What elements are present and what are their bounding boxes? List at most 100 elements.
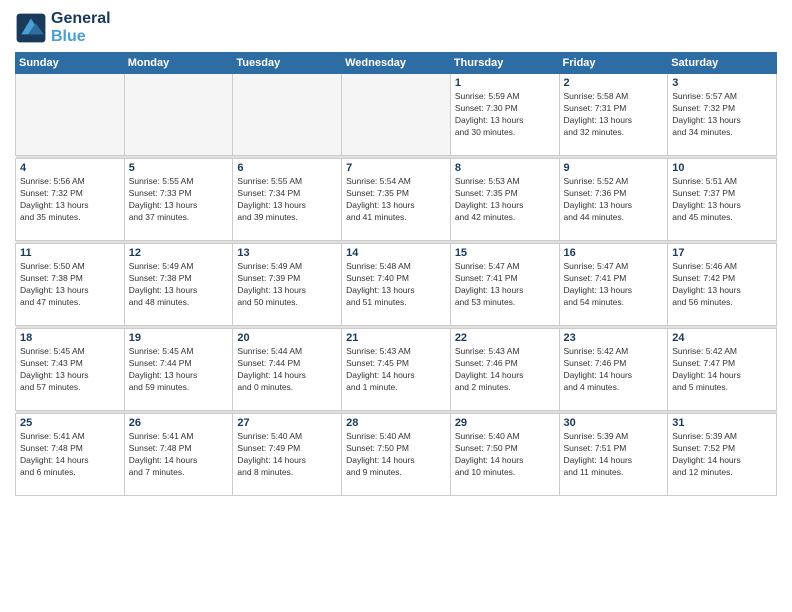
weekday-header-thursday: Thursday [450,53,559,74]
weekday-header-friday: Friday [559,53,668,74]
day-info: Sunrise: 5:56 AM Sunset: 7:32 PM Dayligh… [20,176,120,224]
day-number: 15 [455,247,555,259]
logo: General Blue [15,10,111,46]
calendar-cell: 15Sunrise: 5:47 AM Sunset: 7:41 PM Dayli… [450,244,559,326]
calendar-cell [233,74,342,156]
calendar-cell: 11Sunrise: 5:50 AM Sunset: 7:38 PM Dayli… [16,244,125,326]
day-info: Sunrise: 5:46 AM Sunset: 7:42 PM Dayligh… [672,261,772,309]
logo-text: General Blue [51,10,111,46]
day-number: 14 [346,247,446,259]
day-number: 9 [564,162,664,174]
calendar-cell: 27 Sunrise: 5:40 AM Sunset: 7:49 PM Dayli… [233,414,342,496]
day-info: Sunrise: 5:58 AM Sunset: 7:31 PM Dayligh… [564,91,664,139]
calendar-cell: 31 Sunrise: 5:39 AM Sunset: 7:52 PM Dayli… [668,414,777,496]
day-number: 22 [455,332,555,344]
page: General Blue SundayMondayTuesdayWednesda… [0,0,792,612]
calendar-cell [16,74,125,156]
day-info: Sunrise: 5:55 AM Sunset: 7:34 PM Dayligh… [237,176,337,224]
calendar-cell: 26 Sunrise: 5:41 AM Sunset: 7:48 PM Dayli… [124,414,233,496]
day-info: Sunrise: 5:40 AM Sunset: 7:50 PM Dayligh… [455,431,555,479]
day-info: Sunrise: 5:45 AM Sunset: 7:43 PM Dayligh… [20,346,120,394]
day-info: Sunrise: 5:52 AM Sunset: 7:36 PM Dayligh… [564,176,664,224]
day-number: 6 [237,162,337,174]
calendar-cell [124,74,233,156]
day-number: 13 [237,247,337,259]
day-number: 18 [20,332,120,344]
day-info: Sunrise: 5:43 AM Sunset: 7:46 PM Dayligh… [455,346,555,394]
day-number: 30 [564,417,664,429]
day-number: 26 [129,417,229,429]
day-number: 8 [455,162,555,174]
calendar-cell: 28Sunrise: 5:40 AM Sunset: 7:50 PM Dayli… [342,414,451,496]
day-number: 4 [20,162,120,174]
day-info: Sunrise: 5:51 AM Sunset: 7:37 PM Dayligh… [672,176,772,224]
calendar-week-5: 25 Sunrise: 5:41 AM Sunset: 7:48 PM Dayli… [16,414,777,496]
calendar-cell: 14 Sunrise: 5:48 AM Sunset: 7:40 PM Dayli… [342,244,451,326]
day-info: Sunrise: 5:39 AM Sunset: 7:52 PM Dayligh… [672,431,772,479]
day-info: Sunrise: 5:53 AM Sunset: 7:35 PM Dayligh… [455,176,555,224]
day-number: 31 [672,417,772,429]
calendar-cell: 20 Sunrise: 5:44 AM Sunset: 7:44 PM Dayli… [233,329,342,411]
calendar-week-4: 18 Sunrise: 5:45 AM Sunset: 7:43 PM Dayli… [16,329,777,411]
day-info: Sunrise: 5:43 AM Sunset: 7:45 PM Dayligh… [346,346,446,394]
day-number: 11 [20,247,120,259]
day-info: Sunrise: 5:57 AM Sunset: 7:32 PM Dayligh… [672,91,772,139]
calendar-cell: 2 Sunrise: 5:58 AM Sunset: 7:31 PM Daylig… [559,74,668,156]
weekday-header-wednesday: Wednesday [342,53,451,74]
day-number: 12 [129,247,229,259]
calendar-cell: 22 Sunrise: 5:43 AM Sunset: 7:46 PM Dayli… [450,329,559,411]
day-number: 3 [672,77,772,89]
calendar-cell: 18 Sunrise: 5:45 AM Sunset: 7:43 PM Dayli… [16,329,125,411]
day-info: Sunrise: 5:47 AM Sunset: 7:41 PM Dayligh… [564,261,664,309]
calendar-cell: 24Sunrise: 5:42 AM Sunset: 7:47 PM Dayli… [668,329,777,411]
day-info: Sunrise: 5:48 AM Sunset: 7:40 PM Dayligh… [346,261,446,309]
calendar-cell: 7 Sunrise: 5:54 AM Sunset: 7:35 PM Daylig… [342,159,451,241]
day-info: Sunrise: 5:42 AM Sunset: 7:46 PM Dayligh… [564,346,664,394]
day-number: 2 [564,77,664,89]
calendar-cell: 10 Sunrise: 5:51 AM Sunset: 7:37 PM Dayli… [668,159,777,241]
day-info: Sunrise: 5:41 AM Sunset: 7:48 PM Dayligh… [20,431,120,479]
calendar-cell: 30 Sunrise: 5:39 AM Sunset: 7:51 PM Dayli… [559,414,668,496]
calendar-cell: 29 Sunrise: 5:40 AM Sunset: 7:50 PM Dayli… [450,414,559,496]
calendar-week-3: 11Sunrise: 5:50 AM Sunset: 7:38 PM Dayli… [16,244,777,326]
day-number: 27 [237,417,337,429]
calendar-cell: 8 Sunrise: 5:53 AM Sunset: 7:35 PM Daylig… [450,159,559,241]
day-number: 16 [564,247,664,259]
calendar-table: SundayMondayTuesdayWednesdayThursdayFrid… [15,52,777,496]
day-number: 19 [129,332,229,344]
calendar-cell [342,74,451,156]
day-number: 21 [346,332,446,344]
weekday-header-row: SundayMondayTuesdayWednesdayThursdayFrid… [16,53,777,74]
day-number: 28 [346,417,446,429]
calendar-cell: 25 Sunrise: 5:41 AM Sunset: 7:48 PM Dayli… [16,414,125,496]
weekday-header-tuesday: Tuesday [233,53,342,74]
header: General Blue [15,10,777,46]
day-info: Sunrise: 5:44 AM Sunset: 7:44 PM Dayligh… [237,346,337,394]
calendar-cell: 5 Sunrise: 5:55 AM Sunset: 7:33 PM Daylig… [124,159,233,241]
day-number: 5 [129,162,229,174]
calendar-cell: 21 Sunrise: 5:43 AM Sunset: 7:45 PM Dayli… [342,329,451,411]
day-number: 17 [672,247,772,259]
day-info: Sunrise: 5:54 AM Sunset: 7:35 PM Dayligh… [346,176,446,224]
calendar-cell: 17 Sunrise: 5:46 AM Sunset: 7:42 PM Dayli… [668,244,777,326]
day-number: 29 [455,417,555,429]
calendar-cell: 1Sunrise: 5:59 AM Sunset: 7:30 PM Daylig… [450,74,559,156]
day-info: Sunrise: 5:40 AM Sunset: 7:49 PM Dayligh… [237,431,337,479]
weekday-header-sunday: Sunday [16,53,125,74]
calendar-week-1: 1Sunrise: 5:59 AM Sunset: 7:30 PM Daylig… [16,74,777,156]
day-info: Sunrise: 5:49 AM Sunset: 7:38 PM Dayligh… [129,261,229,309]
day-info: Sunrise: 5:55 AM Sunset: 7:33 PM Dayligh… [129,176,229,224]
day-number: 10 [672,162,772,174]
day-info: Sunrise: 5:39 AM Sunset: 7:51 PM Dayligh… [564,431,664,479]
calendar-cell: 9 Sunrise: 5:52 AM Sunset: 7:36 PM Daylig… [559,159,668,241]
day-info: Sunrise: 5:41 AM Sunset: 7:48 PM Dayligh… [129,431,229,479]
calendar-cell: 12 Sunrise: 5:49 AM Sunset: 7:38 PM Dayli… [124,244,233,326]
day-number: 1 [455,77,555,89]
day-number: 20 [237,332,337,344]
calendar-cell: 19 Sunrise: 5:45 AM Sunset: 7:44 PM Dayli… [124,329,233,411]
weekday-header-saturday: Saturday [668,53,777,74]
day-number: 25 [20,417,120,429]
day-number: 7 [346,162,446,174]
day-number: 23 [564,332,664,344]
day-info: Sunrise: 5:45 AM Sunset: 7:44 PM Dayligh… [129,346,229,394]
